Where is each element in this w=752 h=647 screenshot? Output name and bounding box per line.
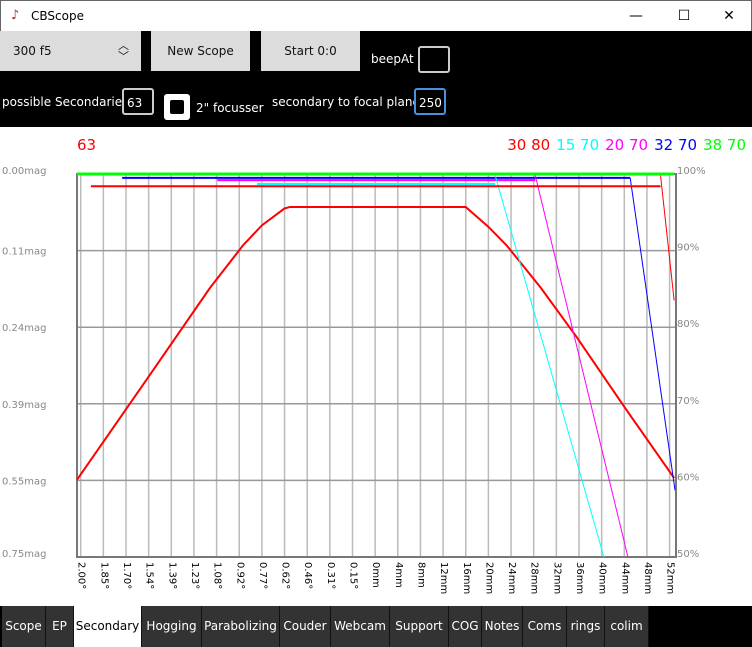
y-left-tick-label: 0.24mag [2,323,46,334]
tab-notes[interactable]: Notes [482,606,523,647]
x-tick-label: 0.31° [325,562,336,589]
x-tick-label: 20mm [483,562,494,594]
x-tick-label: 1.08° [212,562,223,589]
toolbar: 300 f5 ︿ ﹀ New Scope Start 0:0 beepAt pos… [0,31,752,127]
x-tick-label: 1.54° [144,562,155,589]
tab-webcam[interactable]: Webcam [331,606,390,647]
beep-input[interactable] [418,46,450,73]
legend-entry: 30 80 [507,136,550,154]
x-tick-label: 48mm [642,562,653,594]
chart-count-label: 63 [77,136,96,154]
x-tick-label: 4mm [393,562,404,588]
secondary-chart: 2.00° 1.85° 1.70° 1.54° 1.39° 1.23° 1.08° 0.92°… [0,127,752,606]
x-tick-label: 1.70° [121,562,132,589]
y-right-tick-label: 50% [677,549,699,560]
chart-svg: 2.00° 1.85° 1.70° 1.54° 1.39° 1.23° 1.08° 0.92°… [2,136,746,594]
y-right-tick-label: 60% [677,472,699,483]
series-line-3 [629,177,676,491]
y-right-tick-label: 90% [677,243,699,254]
legend-entry: 15 70 [556,136,599,154]
x-tick-label: 2.00° [76,562,87,589]
start-button[interactable]: Start 0:0 [261,31,360,71]
tab-support[interactable]: Support [390,606,449,647]
x-tick-label: 0.15° [348,562,359,589]
x-tick-label: 24mm [506,562,517,594]
legend-entry: 20 70 [605,136,648,154]
y-right-tick-label: 70% [677,396,699,407]
tab-bar: Scope EP Secondary Hogging Parabolizing Coude… [0,606,752,647]
x-tick-label: 44mm [619,562,630,594]
possible-secondaries-label: possible Secondaries [2,95,129,109]
focusser-checkbox[interactable] [164,94,190,120]
tab-coms[interactable]: Coms [523,606,567,647]
spinner-arrows-icon[interactable]: ︿ ﹀ [118,31,129,62]
focal-plane-input[interactable]: 250 [414,88,446,115]
possible-secondaries-input[interactable]: 63 [122,88,154,115]
focusser-label: 2" focusser [196,101,264,115]
tab-secondary[interactable]: Secondary [74,606,142,647]
close-button[interactable]: ✕ [706,1,752,32]
y-left-tick-label: 0.11mag [2,247,46,258]
tab-scope[interactable]: Scope [2,606,46,647]
tab-rings[interactable]: rings [567,606,605,647]
x-tick-label: 1.39° [166,562,177,589]
x-tick-label: 28mm [529,562,540,594]
x-tick-label: 0.46° [302,562,313,589]
tab-ep[interactable]: EP [46,606,74,647]
x-tick-label: 1.23° [189,562,200,589]
x-tick-label: 16mm [461,562,472,594]
tab-parabolizing[interactable]: Parabolizing [202,606,280,647]
legend-entry: 32 70 [654,136,697,154]
x-tick-label: 0.77° [257,562,268,589]
x-tick-label: 0.62° [280,562,291,589]
scope-select-value: 300 f5 [13,44,52,58]
y-left-tick-label: 0.55mag [2,476,46,487]
y-left-tick-label: 0.75mag [2,549,46,560]
x-tick-label: 12mm [438,562,449,594]
x-tick-label: 32mm [551,562,562,594]
y-left-tick-label: 0.00mag [2,166,46,177]
x-tick-label: 36mm [574,562,585,594]
y-right-tick-label: 80% [677,319,699,330]
focal-plane-label: secondary to focal plane [272,95,420,109]
x-tick-label: 1.85° [98,562,109,589]
plot-frame [76,173,677,558]
x-tick-label: 0mm [370,562,381,588]
tab-colim[interactable]: colim [605,606,649,647]
y-right-tick-label: 100% [677,166,706,177]
x-tick-label: 8mm [415,562,426,588]
x-tick-label: 0.92° [234,562,245,589]
minimize-button[interactable]: — [613,1,659,32]
scope-select[interactable]: 300 f5 ︿ ﹀ [0,31,141,71]
x-tick-label: 40mm [597,562,608,594]
tab-cog[interactable]: COG [449,606,482,647]
maximize-button[interactable]: ☐ [661,1,707,32]
tab-couder[interactable]: Couder [280,606,331,647]
window-title: CBScope [31,9,84,23]
y-left-tick-label: 0.39mag [2,400,46,411]
beep-label: beepAt [371,52,414,66]
app-icon: ♪ [11,8,20,23]
tab-hogging[interactable]: Hogging [142,606,202,647]
title-bar: ♪ CBScope — ☐ ✕ [0,0,752,31]
x-tick-label: 52mm [665,562,676,594]
legend-entry: 38 70 [703,136,746,154]
series-line-9 [660,175,675,301]
new-scope-button[interactable]: New Scope [151,31,250,71]
